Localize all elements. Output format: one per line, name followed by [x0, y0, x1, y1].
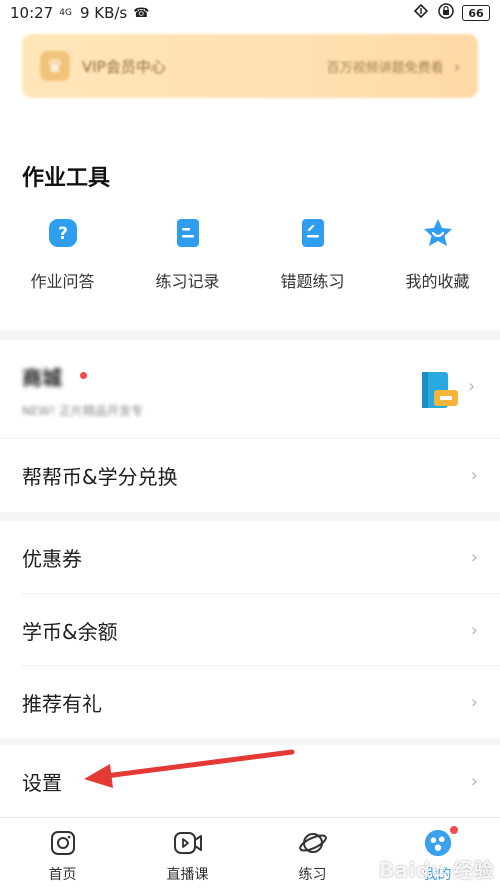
tool-qa[interactable]: ? 作业问答 — [0, 216, 125, 292]
vip-banner[interactable]: ♛ VIP会员中心 百万视频讲题免费看 › — [22, 34, 478, 98]
tab-practice[interactable]: 练习 — [250, 818, 375, 889]
tools-grid: ? 作业问答 练习记录 错题练习 我的收藏 — [0, 216, 500, 292]
tab-home[interactable]: 首页 — [0, 818, 125, 889]
headset-icon: ☎ — [133, 5, 150, 21]
status-bar: 10:27 4G 9 KB/s ☎ 66 — [0, 0, 500, 26]
home-icon — [48, 828, 78, 858]
vip-subtitle: 百万视频讲题免费看 — [326, 60, 444, 76]
notification-dot — [450, 826, 458, 834]
shop-book-icon — [420, 370, 462, 412]
status-time: 10:27 — [10, 4, 54, 22]
tool-mistake[interactable]: 错题练习 — [250, 216, 375, 292]
lock-icon — [438, 3, 454, 23]
shop-row[interactable]: 商城 NEW! 正片精品开发专 › — [0, 340, 500, 438]
practice-icon — [298, 828, 328, 858]
star-icon — [421, 216, 455, 250]
balance-label: 学币&余额 — [22, 619, 118, 644]
tool-favorites[interactable]: 我的收藏 — [375, 216, 500, 292]
mute-icon — [412, 3, 430, 23]
vip-title: VIP会员中心 — [82, 57, 166, 76]
settings-label: 设置 — [22, 770, 62, 795]
network-type: 4G — [59, 7, 72, 18]
tool-label: 练习记录 — [155, 272, 220, 291]
tool-label: 错题练习 — [280, 272, 345, 291]
coupon-row[interactable]: 优惠券 › — [0, 521, 500, 593]
wallet-section: 优惠券 › 学币&余额 › 推荐有礼 › — [0, 521, 500, 738]
tool-label: 我的收藏 — [405, 272, 470, 291]
coupon-label: 优惠券 — [22, 546, 82, 571]
shop-section: 商城 NEW! 正片精品开发专 › 帮帮币&学分兑换 › — [0, 340, 500, 512]
tool-label: 作业问答 — [30, 272, 95, 291]
chevron-right-icon: › — [470, 691, 478, 713]
section-title: 作业工具 — [22, 166, 111, 191]
referral-row[interactable]: 推荐有礼 › — [0, 666, 500, 738]
tool-record[interactable]: 练习记录 — [125, 216, 250, 292]
svg-text:?: ? — [58, 224, 68, 244]
exchange-row[interactable]: 帮帮币&学分兑换 › — [0, 439, 500, 511]
shop-title: 商城 — [22, 366, 62, 390]
referral-label: 推荐有礼 — [22, 691, 102, 716]
balance-row[interactable]: 学币&余额 › — [0, 594, 500, 666]
shop-subtitle: NEW! 正片精品开发专 — [22, 404, 144, 418]
tab-live[interactable]: 直播课 — [125, 818, 250, 889]
homework-tools-section: 作业工具 ? 作业问答 练习记录 错题练习 我的收藏 — [0, 134, 500, 330]
chevron-right-icon: › — [468, 376, 476, 397]
mistake-icon — [296, 216, 330, 250]
chevron-right-icon: › — [470, 770, 478, 792]
battery-indicator: 66 — [462, 5, 490, 21]
chevron-right-icon: › — [470, 619, 478, 641]
tab-label: 直播课 — [166, 867, 209, 883]
annotation-arrow — [84, 749, 295, 788]
chevron-right-icon: › — [453, 56, 460, 76]
notification-dot — [80, 372, 87, 379]
tab-label: 首页 — [48, 867, 77, 883]
watermark: Baidu 经验 — [378, 858, 494, 882]
live-icon — [173, 828, 203, 858]
record-icon — [171, 216, 205, 250]
tab-label: 练习 — [298, 867, 327, 883]
exchange-label: 帮帮币&学分兑换 — [22, 464, 178, 489]
vip-section: ♛ VIP会员中心 百万视频讲题免费看 › — [0, 26, 500, 134]
network-speed: 9 KB/s — [79, 4, 128, 22]
chevron-right-icon: › — [470, 546, 478, 568]
crown-icon: ♛ — [40, 51, 70, 81]
question-icon: ? — [46, 216, 80, 250]
chevron-right-icon: › — [470, 464, 478, 486]
